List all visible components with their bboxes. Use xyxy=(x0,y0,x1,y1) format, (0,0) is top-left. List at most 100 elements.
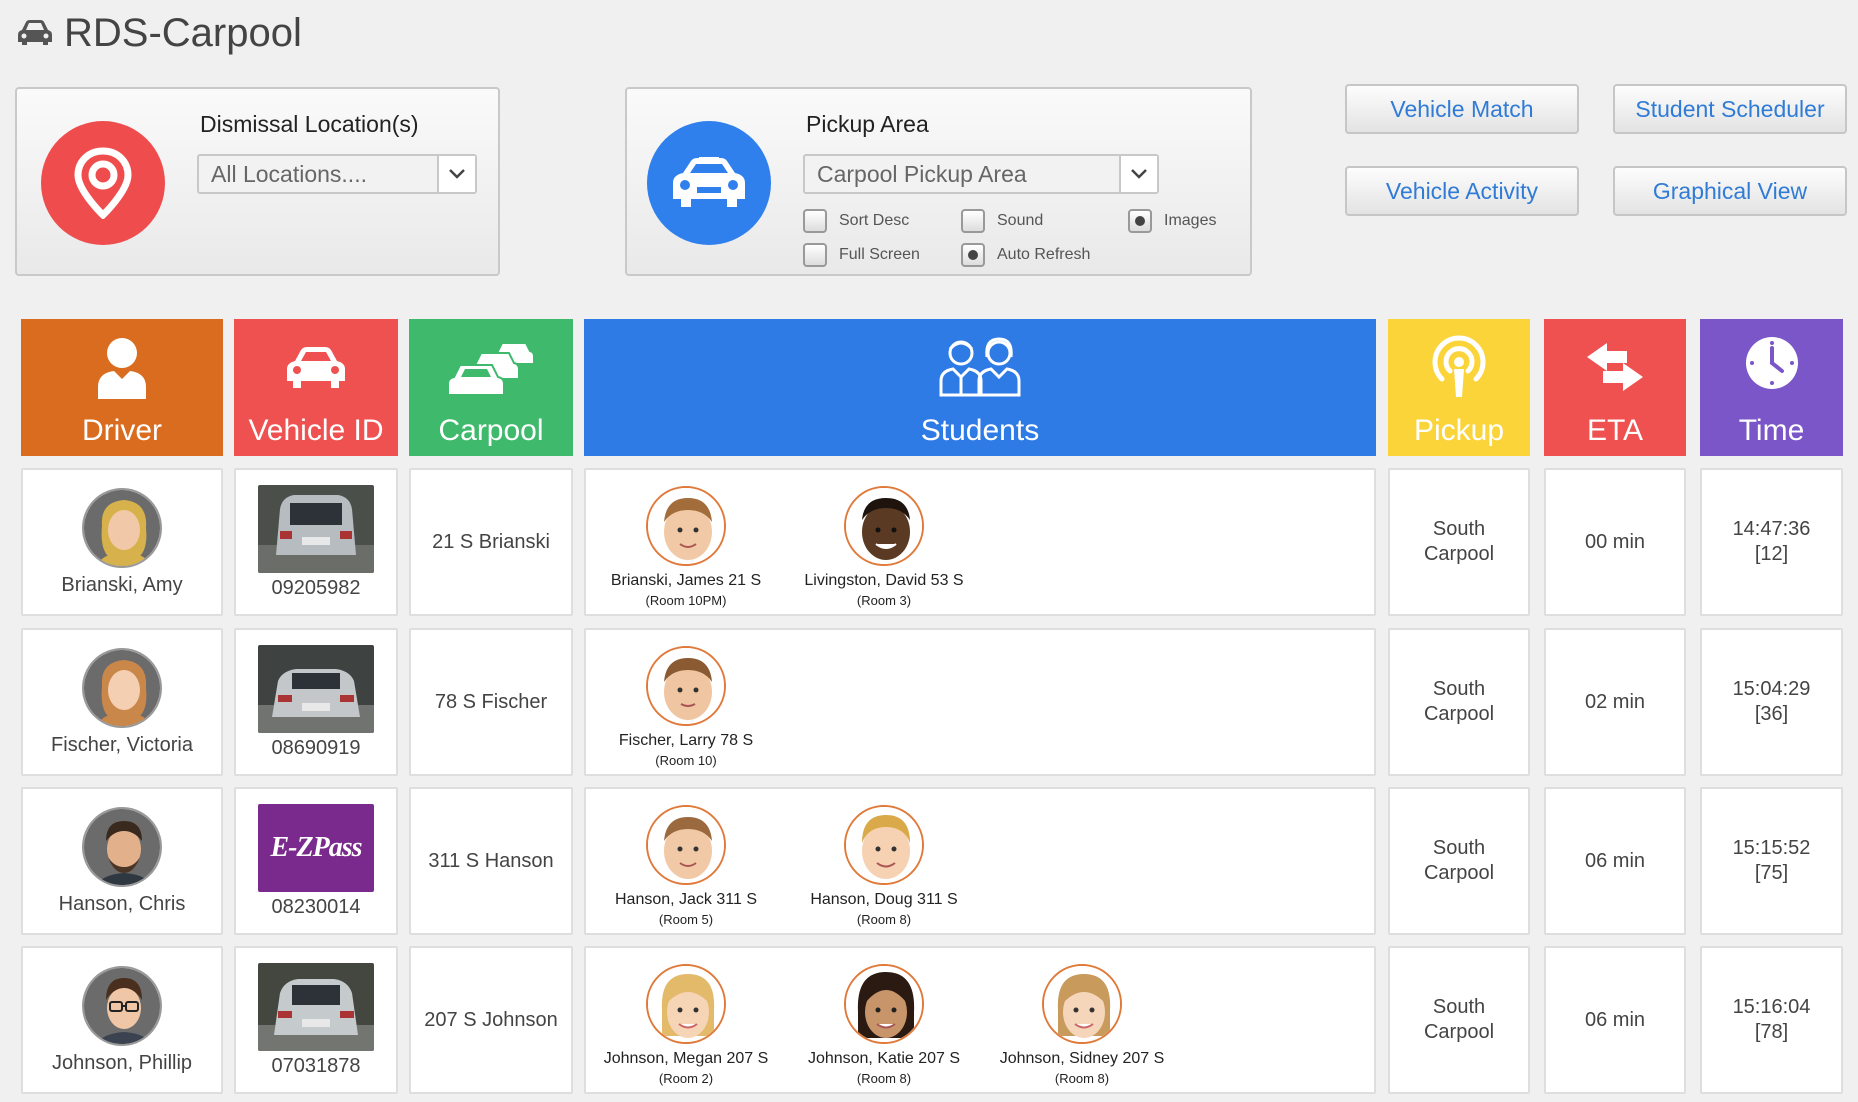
table-row-vehicle[interactable]: 09205982 xyxy=(234,468,398,616)
carpool-name: 311 S Hanson xyxy=(428,849,554,872)
table-row-time: 15:04:29 [36] xyxy=(1700,628,1843,776)
students-icon xyxy=(939,337,1021,397)
student-card[interactable]: Johnson, Sidney 207 S (Room 8) xyxy=(982,964,1182,1086)
pickup-line-1: South xyxy=(1432,996,1486,1018)
table-row-driver[interactable]: Hanson, Chris xyxy=(21,787,223,935)
app-title: RDS-Carpool xyxy=(64,10,302,55)
column-header-vehicle-id[interactable]: Vehicle ID xyxy=(234,319,398,456)
column-header-carpool[interactable]: Carpool xyxy=(409,319,573,456)
graphical-view-button[interactable]: Graphical View xyxy=(1613,166,1847,216)
vehicle-match-button[interactable]: Vehicle Match xyxy=(1345,84,1579,134)
table-row-time: 14:47:36 [12] xyxy=(1700,468,1843,616)
vehicle-id: 08230014 xyxy=(271,895,361,918)
auto-refresh-checkbox[interactable] xyxy=(961,243,985,267)
dismissal-location-select[interactable]: All Locations.... xyxy=(197,154,477,194)
student-name: Brianski, James 21 S xyxy=(610,572,762,589)
auto-refresh-option[interactable]: Auto Refresh xyxy=(961,243,1090,267)
student-card[interactable]: Hanson, Jack 311 S (Room 5) xyxy=(586,805,786,927)
driver-name: Fischer, Victoria xyxy=(51,733,193,756)
student-name: Fischer, Larry 78 S xyxy=(618,732,754,749)
images-option[interactable]: Images xyxy=(1128,209,1216,233)
table-row-vehicle[interactable]: 08690919 xyxy=(234,628,398,776)
images-checkbox[interactable] xyxy=(1128,209,1152,233)
time-value: 15:15:52 xyxy=(1732,837,1811,859)
column-label: Vehicle ID xyxy=(248,414,384,447)
column-label: Driver xyxy=(82,414,162,447)
full-screen-option[interactable]: Full Screen xyxy=(803,243,920,267)
table-row-pickup: South Carpool xyxy=(1388,787,1530,935)
student-card[interactable]: Fischer, Larry 78 S (Room 10) xyxy=(586,646,786,768)
table-row-eta: 06 min xyxy=(1544,946,1686,1094)
dismissal-selected-value: All Locations.... xyxy=(199,156,439,192)
vehicle-activity-button[interactable]: Vehicle Activity xyxy=(1345,166,1579,216)
student-room: (Room 8) xyxy=(856,912,912,927)
vehicle-id: 09205982 xyxy=(271,576,361,599)
table-row-eta: 00 min xyxy=(1544,468,1686,616)
pickup-line-1: South xyxy=(1432,837,1486,859)
pickup-area-selected-value: Carpool Pickup Area xyxy=(805,156,1121,192)
table-row-students: Brianski, James 21 S (Room 10PM) Livings… xyxy=(584,468,1376,616)
dismissal-panel: Dismissal Location(s) All Locations.... xyxy=(15,87,500,276)
student-card[interactable]: Livingston, David 53 S (Room 3) xyxy=(784,486,984,608)
column-header-driver[interactable]: Driver xyxy=(21,319,223,456)
student-name: Hanson, Doug 311 S xyxy=(810,891,958,908)
column-label: Pickup xyxy=(1413,414,1505,447)
avatar xyxy=(82,647,162,728)
vehicle-photo xyxy=(258,484,374,573)
time-sequence: [12] xyxy=(1754,543,1789,565)
vehicle-id: 07031878 xyxy=(271,1054,361,1077)
carpool-name: 207 S Johnson xyxy=(424,1008,558,1031)
column-header-time[interactable]: Time xyxy=(1700,319,1843,456)
column-header-pickup[interactable]: Pickup xyxy=(1388,319,1530,456)
student-card[interactable]: Hanson, Doug 311 S (Room 8) xyxy=(784,805,984,927)
pickup-line-2: Carpool xyxy=(1423,703,1495,725)
avatar xyxy=(82,965,162,1046)
student-photo xyxy=(1042,964,1122,1044)
sort-desc-option[interactable]: Sort Desc xyxy=(803,209,909,233)
pickup-line-1: South xyxy=(1432,678,1486,700)
time-value: 15:16:04 xyxy=(1732,996,1811,1018)
pickup-area-select[interactable]: Carpool Pickup Area xyxy=(803,154,1159,194)
student-card[interactable]: Johnson, Katie 207 S (Room 8) xyxy=(784,964,984,1086)
table-row-driver[interactable]: Brianski, Amy xyxy=(21,468,223,616)
pickup-line-2: Carpool xyxy=(1423,862,1495,884)
student-card[interactable]: Brianski, James 21 S (Room 10PM) xyxy=(586,486,786,608)
table-row-carpool: 207 S Johnson xyxy=(409,946,573,1094)
sort-desc-checkbox[interactable] xyxy=(803,209,827,233)
table-row-pickup: South Carpool xyxy=(1388,468,1530,616)
table-row-vehicle[interactable]: E-ZPass 08230014 xyxy=(234,787,398,935)
student-card[interactable]: Johnson, Megan 207 S (Room 2) xyxy=(586,964,786,1086)
table-row-vehicle[interactable]: 07031878 xyxy=(234,946,398,1094)
driver-name: Brianski, Amy xyxy=(61,573,183,596)
car-icon xyxy=(18,20,52,45)
table-row-carpool: 78 S Fischer xyxy=(409,628,573,776)
images-label: Images xyxy=(1164,212,1217,229)
chevron-down-icon[interactable] xyxy=(1121,156,1157,192)
table-row-driver[interactable]: Fischer, Victoria xyxy=(21,628,223,776)
eta-value: 00 min xyxy=(1584,530,1646,553)
table-row-eta: 02 min xyxy=(1544,628,1686,776)
column-header-students[interactable]: Students xyxy=(584,319,1376,456)
cars-icon xyxy=(447,342,535,396)
student-photo xyxy=(646,805,726,885)
column-label: Students xyxy=(920,414,1040,447)
student-photo xyxy=(646,486,726,566)
student-scheduler-button[interactable]: Student Scheduler xyxy=(1613,84,1847,134)
person-icon xyxy=(98,338,146,399)
auto-refresh-label: Auto Refresh xyxy=(997,246,1091,263)
student-photo xyxy=(844,805,924,885)
full-screen-checkbox[interactable] xyxy=(803,243,827,267)
sort-desc-label: Sort Desc xyxy=(839,212,910,229)
sound-option[interactable]: Sound xyxy=(961,209,1043,233)
table-row-eta: 06 min xyxy=(1544,787,1686,935)
driver-name: Hanson, Chris xyxy=(58,892,186,915)
time-sequence: [36] xyxy=(1754,703,1789,725)
time-sequence: [78] xyxy=(1754,1021,1789,1043)
chevron-down-icon[interactable] xyxy=(439,156,475,192)
pickup-area-panel: Pickup Area Carpool Pickup Area Sort Des… xyxy=(625,87,1252,276)
table-row-driver[interactable]: Johnson, Phillip xyxy=(21,946,223,1094)
table-row-pickup: South Carpool xyxy=(1388,628,1530,776)
column-header-eta[interactable]: ETA xyxy=(1544,319,1686,456)
sound-checkbox[interactable] xyxy=(961,209,985,233)
table-row-time: 15:16:04 [78] xyxy=(1700,946,1843,1094)
